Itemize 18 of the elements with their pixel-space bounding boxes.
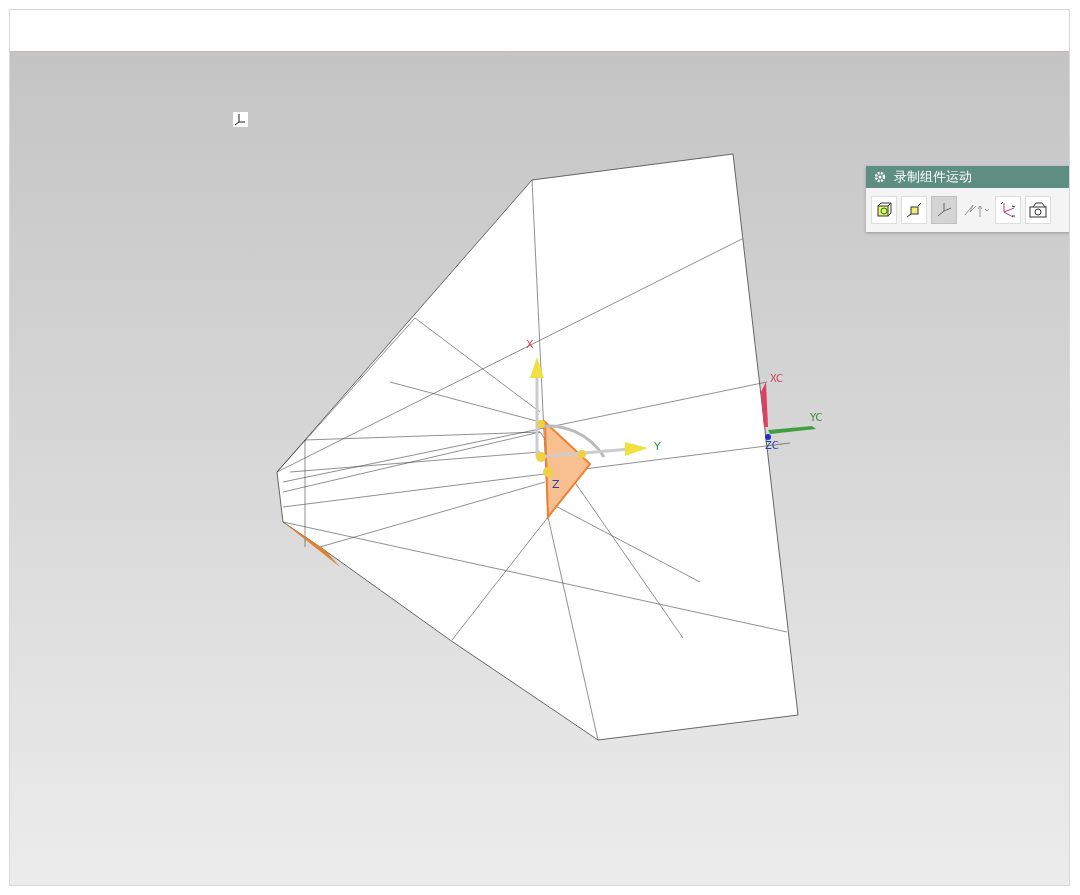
axis-label: X (526, 338, 534, 351)
camera-icon (1028, 201, 1048, 219)
axis-label: Y (654, 440, 661, 453)
settings-icon[interactable] (874, 171, 886, 183)
toolbar-button[interactable] (901, 196, 927, 224)
axis-label: XC (770, 373, 784, 384)
toolbar-button[interactable] (1025, 196, 1051, 224)
csys-icon (233, 112, 248, 127)
toolbar-button[interactable] (871, 196, 897, 224)
axes-icon (935, 201, 953, 219)
axes-icon (998, 200, 1018, 220)
axis-label: YC (810, 412, 823, 423)
toolbar-button[interactable] (995, 196, 1021, 224)
axis-label: ZC (765, 440, 779, 451)
scale-icon (905, 201, 923, 219)
axis-label: Z (552, 478, 560, 491)
toolbar-title: 录制组件运动 (894, 168, 972, 186)
cube-icon (875, 201, 893, 219)
